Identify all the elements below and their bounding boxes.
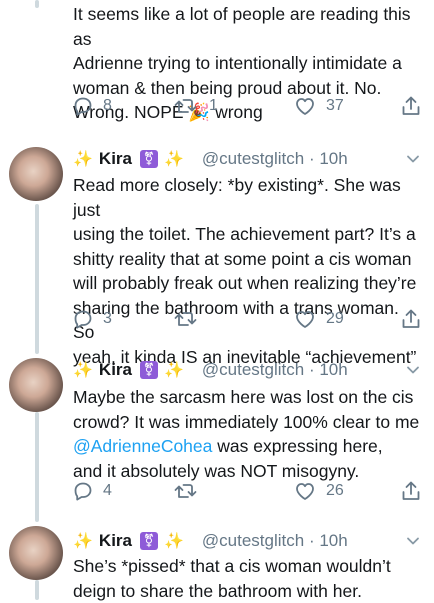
like-button[interactable]: 26 — [294, 478, 344, 504]
retweet-icon — [173, 481, 199, 501]
like-count: 29 — [326, 310, 344, 328]
retweet-button[interactable] — [173, 478, 209, 504]
tweet-text-line: crowd? It was immediately 100% clear to … — [73, 410, 421, 435]
retweet-count: 1 — [209, 97, 218, 115]
tweet-2-actions: 3 29 — [73, 306, 423, 332]
reply-count: 4 — [103, 482, 112, 500]
thread-line — [35, 412, 39, 522]
tweet-text-line: She’s *pissed* that a cis woman wouldn’t — [73, 554, 421, 579]
reply-icon — [73, 309, 93, 329]
chevron-down-icon[interactable] — [406, 534, 420, 548]
retweet-icon — [173, 309, 199, 329]
reply-icon — [73, 481, 93, 501]
share-icon — [401, 308, 421, 330]
heart-icon — [294, 481, 316, 501]
trans-symbol-badge: ⚧ — [140, 150, 158, 168]
heart-icon — [294, 96, 316, 116]
author-handle-time[interactable]: @cutestglitch · 10h — [202, 149, 348, 169]
thread-line — [35, 0, 39, 8]
tweet-text-line: Adrienne trying to intentionally intimid… — [73, 51, 421, 76]
tweet-2-header: ✨ Kira ⚧ ✨ @cutestglitch · 10h — [73, 147, 348, 171]
thread-line — [35, 204, 39, 354]
sparkle-emoji: ✨ — [164, 360, 184, 380]
sparkle-emoji: ✨ — [164, 149, 184, 169]
share-icon — [401, 95, 421, 117]
like-count: 37 — [326, 97, 344, 115]
tweet-text-line: shitty reality that at some point a cis … — [73, 247, 421, 272]
tweet-3-text: Maybe the sarcasm here was lost on the c… — [73, 385, 421, 483]
tweet-text-line: will probably freak out when realizing t… — [73, 271, 421, 296]
reply-button[interactable]: 8 — [73, 93, 112, 119]
tweet-text-segment: was expressing here, — [212, 436, 382, 456]
like-count: 26 — [326, 482, 344, 500]
author-name[interactable]: Kira — [99, 149, 132, 169]
share-button[interactable] — [401, 478, 421, 504]
tweet-text-line: Maybe the sarcasm here was lost on the c… — [73, 385, 421, 410]
sparkle-emoji: ✨ — [73, 149, 93, 169]
author-name[interactable]: Kira — [99, 531, 132, 551]
avatar[interactable] — [9, 358, 63, 412]
chevron-down-icon[interactable] — [406, 363, 420, 377]
reply-button[interactable]: 3 — [73, 306, 112, 332]
tweet-4-text: She’s *pissed* that a cis woman wouldn’t… — [73, 554, 421, 603]
tweet-3-header: ✨ Kira ⚧ ✨ @cutestglitch · 10h — [73, 358, 348, 382]
trans-symbol-badge: ⚧ — [140, 361, 158, 379]
share-button[interactable] — [401, 306, 421, 332]
chevron-down-icon[interactable] — [406, 152, 420, 166]
retweet-icon — [173, 96, 199, 116]
author-handle-time[interactable]: @cutestglitch · 10h — [202, 360, 348, 380]
tweet-3-actions: 4 26 — [73, 478, 423, 504]
share-button[interactable] — [401, 93, 421, 119]
like-button[interactable]: 29 — [294, 306, 344, 332]
reply-count: 8 — [103, 97, 112, 115]
reply-button[interactable]: 4 — [73, 478, 112, 504]
tweet-text-line: deign to share the bathroom with her. — [73, 579, 421, 603]
tweet-text-line: It seems like a lot of people are readin… — [73, 2, 421, 51]
retweet-button[interactable] — [173, 306, 209, 332]
sparkle-emoji: ✨ — [73, 531, 93, 551]
tweet-2-text: Read more closely: *by existing*. She wa… — [73, 173, 421, 369]
retweet-button[interactable]: 1 — [173, 93, 218, 119]
tweet-text-line: @AdrienneCohea was expressing here, — [73, 434, 421, 459]
reply-icon — [73, 96, 93, 116]
sparkle-emoji: ✨ — [73, 360, 93, 380]
author-handle-time[interactable]: @cutestglitch · 10h — [202, 531, 348, 551]
like-button[interactable]: 37 — [294, 93, 344, 119]
thread-line — [35, 580, 39, 600]
author-name[interactable]: Kira — [99, 360, 132, 380]
mention-link[interactable]: @AdrienneCohea — [73, 436, 212, 456]
tweet-4-header: ✨ Kira ⚧ ✨ @cutestglitch · 10h — [73, 529, 348, 553]
trans-symbol-badge: ⚧ — [140, 532, 158, 550]
tweet-text-line: using the toilet. The achievement part? … — [73, 222, 421, 247]
tweet-1-actions: 8 1 37 — [73, 93, 423, 119]
heart-icon — [294, 309, 316, 329]
sparkle-emoji: ✨ — [164, 531, 184, 551]
share-icon — [401, 480, 421, 502]
avatar[interactable] — [9, 526, 63, 580]
avatar[interactable] — [9, 147, 63, 201]
reply-count: 3 — [103, 310, 112, 328]
tweet-text-line: Read more closely: *by existing*. She wa… — [73, 173, 421, 222]
